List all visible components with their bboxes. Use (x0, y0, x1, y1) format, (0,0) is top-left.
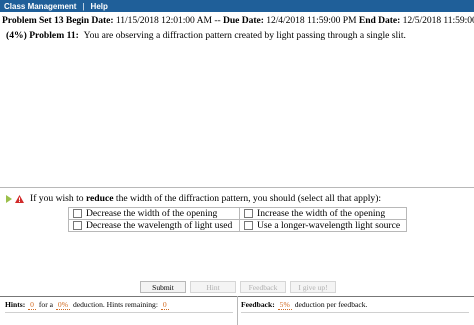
begin-date-value: 11/15/2018 12:01:00 AM (115, 15, 212, 26)
hints-remaining-value: 0 (160, 300, 169, 310)
question-prefix: If you wish to (30, 193, 84, 204)
due-date-value: 12/4/2018 11:59:00 PM (266, 15, 357, 26)
hints-count: 0 (28, 300, 36, 310)
feedback-info: Feedback: 5% deduction per feedback. (241, 300, 368, 310)
hint-button[interactable]: Hint (190, 281, 236, 293)
feedback-deduction-value: 5% (277, 300, 292, 310)
option-cell: Decrease the wavelength of light used (68, 219, 240, 232)
action-buttons: Submit Hint Feedback I give up! (140, 281, 336, 293)
feedback-deduction-text: deduction per feedback. (294, 300, 368, 309)
begin-date-label: Begin Date: (65, 15, 114, 26)
option-4-checkbox[interactable] (244, 220, 253, 230)
problem-statement: (4%) Problem 11: You are observing a dif… (6, 30, 472, 41)
option-1-label[interactable]: Decrease the width of the opening (86, 208, 217, 219)
submit-button[interactable]: Submit (140, 281, 186, 293)
option-cell: Use a longer-wavelength light source (239, 219, 407, 232)
problem-label: Problem 11: (29, 30, 79, 41)
question-prompt: If you wish to reduce the width of the d… (6, 193, 472, 204)
hint-deduction-value: 0% (55, 300, 71, 310)
feedback-underline (241, 312, 469, 313)
menu-class-management[interactable]: Class Management (0, 2, 80, 11)
problem-weight: (4%) (6, 30, 27, 41)
problem-set-label: Problem Set 13 (2, 15, 64, 26)
question-suffix: the width of the diffraction pattern, yo… (115, 193, 382, 204)
question-emphasis: reduce (85, 193, 114, 204)
hint-deduction-text: deduction. Hints remaining: (72, 300, 158, 309)
feedback-label: Feedback: (241, 300, 275, 309)
option-3-checkbox[interactable] (73, 220, 82, 230)
hints-label: Hints: (5, 300, 26, 309)
menu-help[interactable]: Help (87, 2, 112, 11)
end-date-label: End Date: (358, 15, 401, 26)
option-3-label[interactable]: Decrease the wavelength of light used (86, 220, 232, 231)
option-cell: Increase the width of the opening (239, 207, 407, 220)
play-icon (6, 194, 12, 203)
option-2-label[interactable]: Increase the width of the opening (257, 208, 385, 219)
option-4-label[interactable]: Use a longer-wavelength light source (257, 220, 400, 231)
give-up-button[interactable]: I give up! (290, 281, 336, 293)
option-cell: Decrease the width of the opening (68, 207, 240, 220)
problem-set-header: Problem Set 13 Begin Date: 11/15/2018 12… (2, 15, 474, 26)
option-1-checkbox[interactable] (73, 208, 82, 218)
hints-underline (5, 312, 233, 313)
option-2-checkbox[interactable] (244, 208, 253, 218)
due-date-label: Due Date: (223, 15, 264, 26)
problem-work-area (4, 44, 470, 186)
section-divider (0, 187, 474, 188)
feedback-button[interactable]: Feedback (240, 281, 286, 293)
footer-split-line (237, 296, 238, 325)
warning-icon (15, 194, 24, 203)
answer-options: Decrease the width of the opening Increa… (68, 207, 407, 232)
header-dash: -- (214, 15, 221, 26)
end-date-value: 12/5/2018 11:59:00 PM (402, 15, 474, 26)
problem-text: You are observing a diffraction pattern … (83, 30, 406, 41)
hints-for-a: for a (38, 300, 53, 309)
hints-info: Hints: 0 for a 0% deduction. Hints remai… (5, 300, 170, 310)
menu-bar: Class Management | Help (0, 0, 474, 12)
